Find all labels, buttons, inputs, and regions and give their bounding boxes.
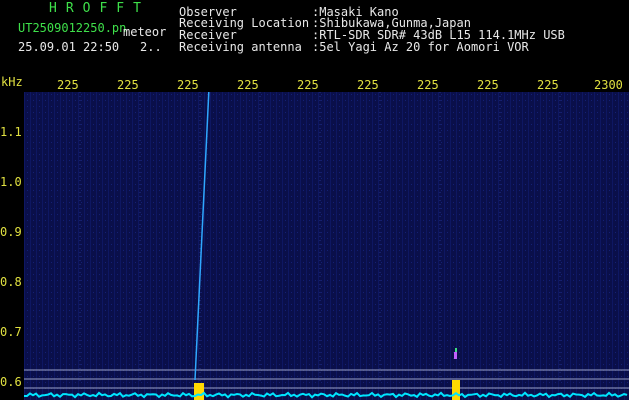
x-tick: 225 [177,78,199,92]
field-antenna-value: :5el Yagi Az 20 for Aomori VOR [312,40,529,54]
burst-right [452,380,460,400]
y-axis-unit: kHz [1,75,23,89]
x-tick: 225 [417,78,439,92]
y-tick: 0.9 [0,225,22,239]
y-tick: 1.1 [0,125,22,139]
y-tick: 0.8 [0,275,22,289]
capture-extra: 2.. [140,40,162,54]
y-tick: 1.0 [0,175,22,189]
image-filename: UT2509012250.pn [18,21,127,35]
app-brand: HROFFT [49,1,150,16]
x-tick: 225 [57,78,79,92]
burst-left [194,383,204,400]
x-tick: 225 [357,78,379,92]
capture-datetime: 25.09.01 22:50 [18,40,120,54]
spectrogram-canvas [24,92,629,400]
x-tick: 225 [117,78,139,92]
field-antenna-name: Receiving antenna [179,40,302,54]
y-tick: 0.7 [0,325,22,339]
image-label: meteor [123,25,167,39]
spectrogram-plot [24,92,629,400]
x-tick: 225 [237,78,259,92]
noise-background [24,92,629,400]
y-tick: 0.6 [0,375,22,389]
x-tick: 225 [537,78,559,92]
x-tick: 2300 [594,78,623,92]
x-tick: 225 [477,78,499,92]
x-tick: 225 [297,78,319,92]
